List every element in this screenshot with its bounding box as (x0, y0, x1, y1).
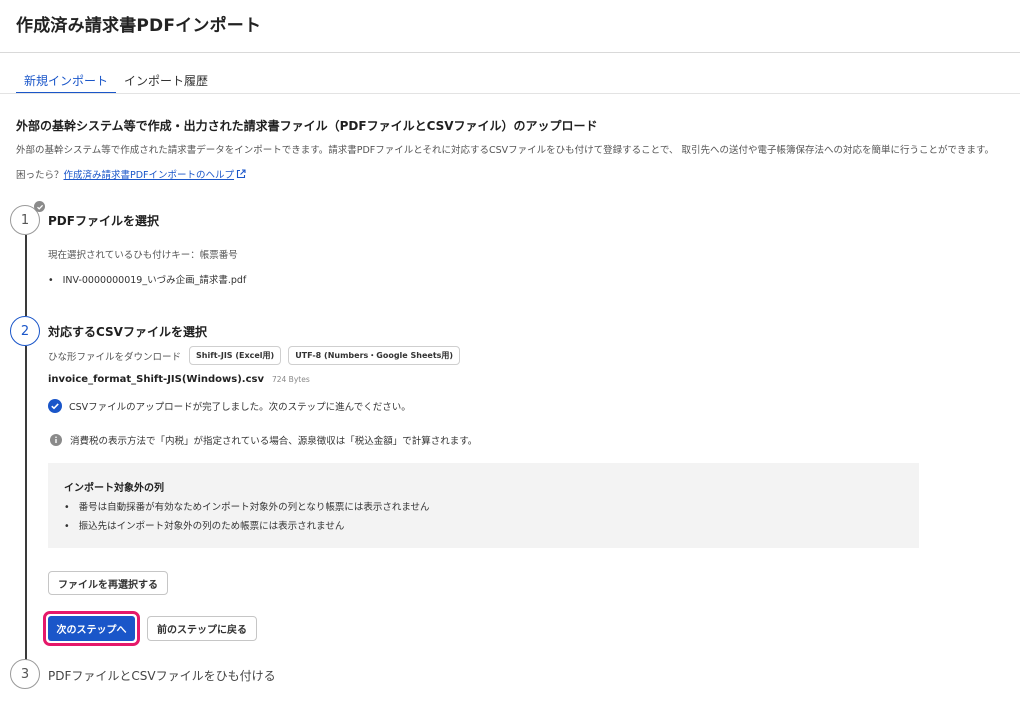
tab-bar: 新規インポート インポート履歴 (16, 72, 216, 94)
excluded-column-item: 番号は自動採番が有効なためインポート対象外の列となり帳票には表示されません (64, 499, 430, 513)
template-download-label: ひな形ファイルをダウンロード (48, 351, 182, 363)
step-1-title: PDFファイルを選択 (48, 214, 159, 228)
tab-new-import[interactable]: 新規インポート (16, 72, 117, 94)
tax-info-message: 消費税の表示方法で「内税」が指定されている場合、源泉徴収は「税込金額」で計算され… (48, 433, 477, 447)
download-utf8-button[interactable]: UTF-8 (Numbers・Google Sheets用) (288, 346, 461, 365)
help-line: 困ったら？ 作成済み請求書PDFインポートのヘルプ (16, 167, 246, 181)
stepper-line (25, 346, 27, 660)
next-step-button[interactable]: 次のステップへ (48, 616, 135, 641)
excluded-columns-title: インポート対象外の列 (64, 483, 164, 494)
csv-file-name: invoice_format_Shift-JIS(Windows).csv (48, 374, 264, 385)
step-2-title: 対応するCSVファイルを選択 (48, 325, 207, 339)
check-badge-icon (34, 201, 45, 212)
reselect-file-button[interactable]: ファイルを再選択する (48, 571, 168, 595)
download-shiftjis-button[interactable]: Shift-JIS (Excel用) (189, 346, 282, 365)
header-divider (0, 52, 1020, 53)
link-key-label: 現在選択されているひも付けキー：帳票番号 (48, 250, 238, 261)
previous-step-button[interactable]: 前のステップに戻る (147, 616, 257, 641)
step-3-title: PDFファイルとCSVファイルをひも付ける (48, 669, 276, 683)
step-2-number: 2 (10, 316, 40, 346)
tabs-divider (0, 93, 1020, 94)
check-circle-icon (48, 399, 62, 413)
help-link[interactable]: 作成済み請求書PDFインポートのヘルプ (64, 167, 235, 181)
upload-success-message: CSVファイルのアップロードが完了しました。次のステップに進んでください。 (48, 399, 411, 413)
excluded-column-item: 振込先はインポート対象外の列のため帳票には表示されません (64, 518, 345, 532)
template-download-row: ひな形ファイルをダウンロード Shift-JIS (Excel用) UTF-8 … (48, 346, 461, 365)
success-text: CSVファイルのアップロードが完了しました。次のステップに進んでください。 (69, 402, 411, 413)
csv-file-size: 724 Bytes (271, 375, 310, 384)
next-step-highlight: 次のステップへ (43, 611, 140, 646)
section-description: 外部の基幹システム等で作成された請求書データをインポートできます。請求書PDFフ… (16, 145, 995, 156)
step-3-number: 3 (10, 659, 40, 689)
excluded-columns-panel: インポート対象外の列 番号は自動採番が有効なためインポート対象外の列となり帳票に… (48, 463, 919, 548)
stepper-line (25, 235, 27, 316)
page-title: 作成済み請求書PDFインポート (16, 16, 262, 36)
pdf-file-item: INV-0000000019_いづみ企画_請求書.pdf (48, 272, 247, 286)
info-icon (50, 434, 62, 446)
external-link-icon[interactable] (236, 169, 246, 179)
tab-import-history[interactable]: インポート履歴 (116, 72, 216, 94)
section-title: 外部の基幹システム等で作成・出力された請求書ファイル（PDFファイルとCSVファ… (16, 119, 598, 133)
csv-file-row: invoice_format_Shift-JIS(Windows).csv 72… (48, 374, 310, 385)
info-text: 消費税の表示方法で「内税」が指定されている場合、源泉徴収は「税込金額」で計算され… (70, 436, 478, 447)
help-prefix: 困ったら？ (16, 170, 64, 181)
